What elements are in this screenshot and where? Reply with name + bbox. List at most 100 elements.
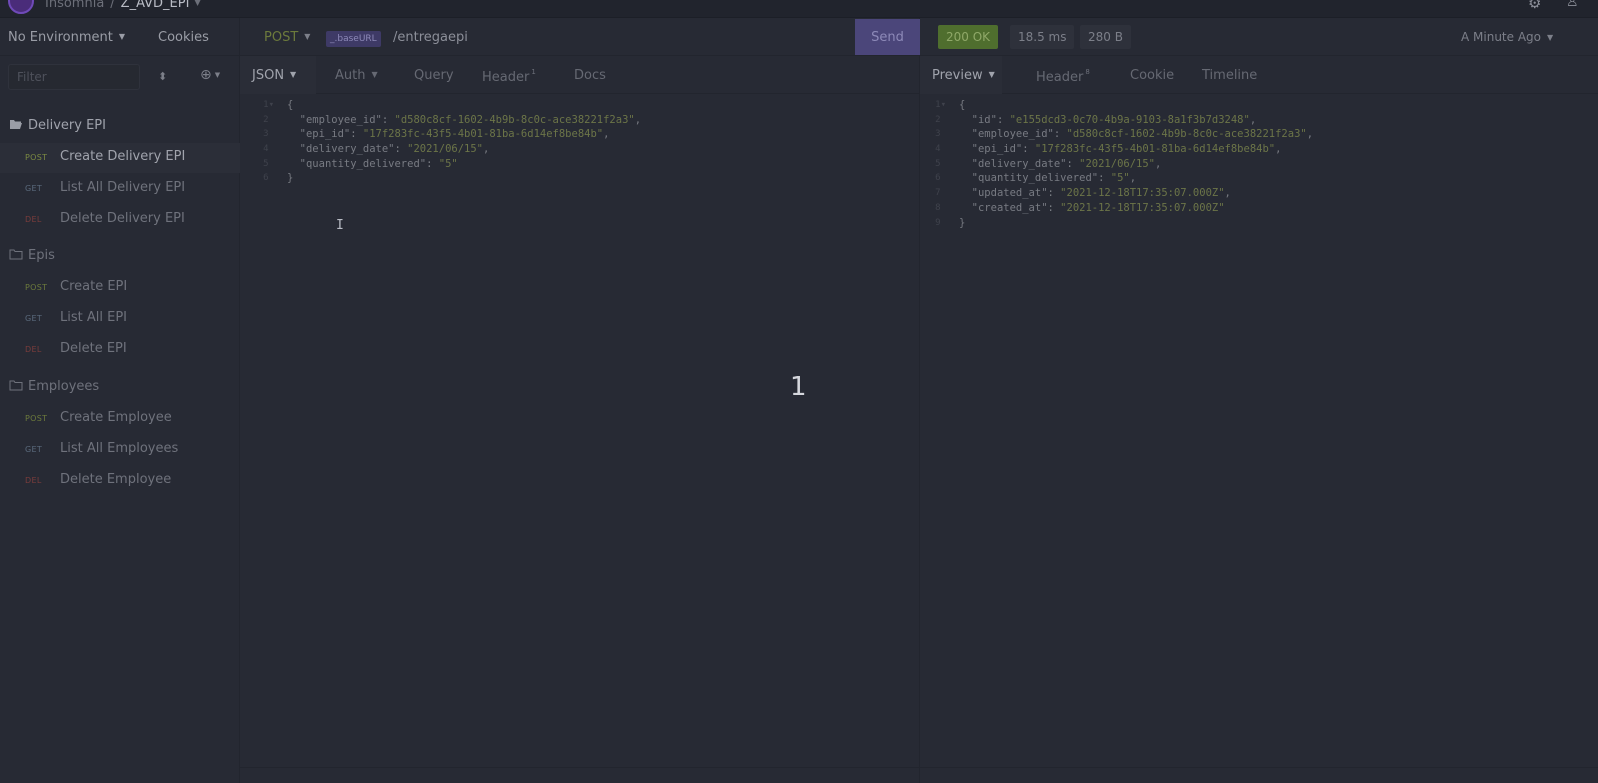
response-history-dropdown[interactable]: A Minute Ago ▼ [1461,30,1553,44]
tab-header[interactable]: Header 1 [482,56,536,94]
breadcrumb: Insomnia / Z_AVD_EPI ▼ [45,0,201,11]
chevron-down-icon: ▼ [290,70,297,79]
plus-circle-icon: ⊕ [200,67,212,83]
sidebar-request-create-delivery-epi[interactable]: POST Create Delivery EPI [0,143,240,173]
method-badge: GET [25,445,43,454]
chevron-down-icon: ▼ [1547,33,1554,42]
tab-label: Preview [932,68,983,83]
environment-label: No Environment [8,30,113,45]
response-status-bar: 200 OK 18.5 ms 280 B A Minute Ago ▼ [920,18,1598,56]
folder-open-icon [9,119,23,130]
tab-header[interactable]: Header 8 [1036,56,1090,94]
code-text: { [959,99,966,111]
line-number: 1▾ [935,100,946,110]
code-text: "id": "e155dcd3-0c70-4b9a-9103-8a1f3b7d3… [971,113,1257,126]
breadcrumb-separator: / [110,0,115,11]
sidebar-request-create-epi[interactable]: POST Create EPI [0,273,240,303]
request-label: List All EPI [60,310,127,325]
request-body-editor[interactable]: 1▾ {2 "employee_id": "d580c8cf-1602-4b9b-… [248,98,908,186]
tab-timeline[interactable]: Timeline [1202,56,1257,94]
line-number: 2 [935,114,946,125]
code-text: "employee_id": "d580c8cf-1602-4b9b-8c0c-… [971,128,1314,141]
response-body-viewer[interactable]: 1▾ {2 "id": "e155dcd3-0c70-4b9a-9103-8a1f… [920,98,1580,230]
method-label: POST [264,30,299,45]
insomnia-logo-icon[interactable] [8,0,34,14]
code-text: } [959,216,966,229]
response-size-badge: 280 B [1080,25,1131,49]
sidebar-request-delete-employee[interactable]: DEL Delete Employee [0,466,240,496]
tab-query[interactable]: Query [414,56,454,94]
add-item-button[interactable]: ⊕ ▼ [200,67,220,83]
gear-icon[interactable]: ⚙ [1528,0,1541,12]
tab-preview[interactable]: Preview ▼ [920,56,1002,94]
request-footer [240,767,920,783]
sidebar-request-list-all-employees[interactable]: GET List All Employees [0,435,240,465]
code-text: "delivery_date": "2021/06/15", [299,143,490,156]
request-label: Create EPI [60,279,128,294]
line-number: 5 [935,158,946,169]
code-text: "delivery_date": "2021/06/15", [971,157,1162,170]
tab-count-badge: 8 [1085,68,1090,76]
title-bar: Insomnia / Z_AVD_EPI ▼ ⚙ ♙ [0,0,1598,18]
folder-delivery-epi[interactable]: Delivery EPI [0,112,240,142]
sidebar-request-list-all-delivery-epi[interactable]: GET List All Delivery EPI [0,174,240,204]
folder-label: Epis [28,248,55,263]
chevron-down-icon: ▼ [118,32,125,41]
filter-row: ⬍ ⊕▼ [0,56,240,98]
response-tabs: Preview ▼ Header 8 Cookie Timeline [920,56,1598,94]
response-pane: 200 OK 18.5 ms 280 B A Minute Ago ▼ Previ… [920,18,1598,783]
sidebar-request-create-employee[interactable]: POST Create Employee [0,404,240,434]
sidebar-request-delete-delivery-epi[interactable]: DEL Delete Delivery EPI [0,205,240,235]
folder-epis[interactable]: Epis [0,242,240,272]
request-label: Create Employee [60,410,172,425]
code-line: 1▾ { [248,98,908,113]
cookies-button[interactable]: Cookies [158,30,209,45]
sidebar-request-list-all-epi[interactable]: GET List All EPI [0,304,240,334]
environment-selector[interactable]: No Environment ▼ [8,30,125,45]
request-label: Create Delivery EPI [60,149,186,164]
folder-label: Employees [28,379,100,394]
code-text: } [287,172,294,185]
chevron-down-icon: ▼ [304,32,311,41]
url-path-input[interactable]: /entregaepi [393,30,468,45]
sidebar: No Environment ▼ Cookies ⬍ ⊕▼ Delivery EP… [0,18,240,783]
code-line: 6 } [248,171,908,186]
chevron-down-icon: ▼ [988,70,995,79]
code-line: 4 "epi_id": "17f283fc-43f5-4b01-81ba-6d1… [920,142,1580,157]
code-text: "quantity_delivered": "5", [971,172,1137,185]
line-number: 6 [263,173,274,184]
method-selector[interactable]: POST ▼ [264,30,310,45]
sort-icon[interactable]: ⬍ [158,70,167,83]
method-badge: DEL [25,215,42,224]
folder-employees[interactable]: Employees [0,373,240,403]
tab-cookie[interactable]: Cookie [1130,56,1174,94]
sidebar-request-delete-epi[interactable]: DEL Delete EPI [0,335,240,365]
tab-label: Header [1036,70,1084,85]
send-button[interactable]: Send [855,19,920,55]
url-bar: POST ▼ _.baseURL /entregaepi Send [240,18,920,56]
code-line: 3 "epi_id": "17f283fc-43f5-4b01-81ba-6d1… [248,127,908,142]
code-line: 2 "id": "e155dcd3-0c70-4b9a-9103-8a1f3b7… [920,113,1580,128]
tab-json[interactable]: JSON ▼ [240,56,316,94]
user-icon[interactable]: ♙ [1566,0,1579,10]
request-label: Delete Employee [60,472,172,487]
line-number: 1▾ [263,100,274,110]
request-pane: POST ▼ _.baseURL /entregaepi Send JSON ▼ Au… [240,18,920,783]
breadcrumb-workspace[interactable]: Z_AVD_EPI [121,0,190,11]
breadcrumb-app[interactable]: Insomnia [45,0,104,11]
line-number: 4 [263,144,274,155]
method-badge: GET [25,314,43,323]
line-number: 7 [935,188,946,199]
line-number: 5 [263,158,274,169]
chevron-down-icon[interactable]: ▼ [194,0,200,7]
code-line: 5 "delivery_date": "2021/06/15", [920,157,1580,172]
tab-docs[interactable]: Docs [574,56,606,94]
method-badge: DEL [25,345,42,354]
tab-label: Auth [335,68,366,83]
code-text: "employee_id": "d580c8cf-1602-4b9b-8c0c-… [299,113,642,126]
base-url-variable-tag[interactable]: _.baseURL [326,31,381,47]
tab-auth[interactable]: Auth ▼ [335,56,378,94]
filter-input[interactable] [8,64,140,90]
folder-label: Delivery EPI [28,118,106,133]
request-label: Delete Delivery EPI [60,211,185,226]
